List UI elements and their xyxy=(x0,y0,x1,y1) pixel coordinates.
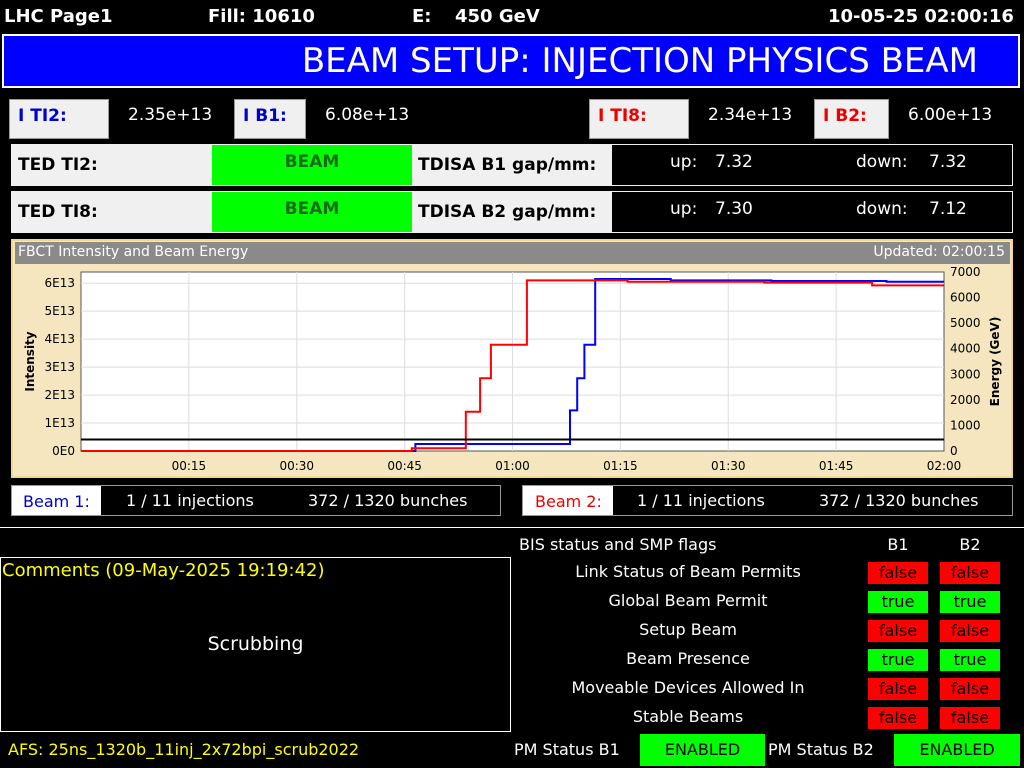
x-tick-label: 01:45 xyxy=(819,459,854,473)
chart-header: FBCT Intensity and Beam Energy Updated: … xyxy=(15,242,1010,264)
y2-tick-label: 6000 xyxy=(950,291,981,305)
energy-label: E: xyxy=(412,6,432,27)
y-tick-label: 5E13 xyxy=(45,304,76,318)
i-ti2-label: I TI2: xyxy=(9,99,109,139)
pm-b2-status: ENABLED xyxy=(894,734,1020,766)
i-b2-label: I B2: xyxy=(814,99,889,139)
y-axis-label: Intensity xyxy=(23,331,37,391)
tdisa-b2-down-label: down: xyxy=(856,199,908,219)
bis-row-label: Link Status of Beam Permits xyxy=(575,562,801,581)
ted-ti8-label: TED TI8: xyxy=(18,202,98,222)
bis-flag-b2: true xyxy=(940,649,1000,671)
chart-title: FBCT Intensity and Beam Energy xyxy=(18,244,249,260)
beam1-injections: 1 / 11 injections xyxy=(126,491,254,510)
comments-text: Scrubbing xyxy=(207,633,304,655)
y-tick-label: 1E13 xyxy=(45,416,76,430)
title-banner: BEAM SETUP: INJECTION PHYSICS BEAM xyxy=(2,34,1020,88)
y-tick-label: 6E13 xyxy=(45,276,76,290)
tdisa-b2-values: up: 7.30 down: 7.12 xyxy=(612,192,1012,232)
bis-col-b1: B1 xyxy=(887,535,909,554)
i-b1-value: 6.08e+13 xyxy=(325,105,410,125)
x-tick-label: 00:15 xyxy=(172,459,207,473)
x-tick-label: 02:00 xyxy=(927,459,962,473)
pm-b1-status: ENABLED xyxy=(640,734,765,766)
pm-b2-label: PM Status B2 xyxy=(768,740,874,759)
ted-ti8-status: BEAM xyxy=(212,192,412,232)
i-b2-value: 6.00e+13 xyxy=(908,105,993,125)
beam2-bunches: 372 / 1320 bunches xyxy=(819,491,979,510)
y-tick-label: 4E13 xyxy=(45,332,76,346)
page-name: LHC Page1 xyxy=(4,6,113,27)
tdisa-b1-up-value: 7.32 xyxy=(715,152,753,172)
y2-tick-label: 0 xyxy=(950,444,958,458)
tdisa-b1-up-label: up: xyxy=(670,152,698,172)
beam1-injection-values: 1 / 11 injections 372 / 1320 bunches xyxy=(101,486,500,515)
fill-number: Fill: 10610 xyxy=(208,6,315,27)
y2-tick-label: 2000 xyxy=(950,393,981,407)
i-b1-label: I B1: xyxy=(234,99,306,139)
bis-flag-b1: false xyxy=(868,620,928,642)
tdisa-b2-down-value: 7.12 xyxy=(929,199,967,219)
bis-row-label: Stable Beams xyxy=(632,707,744,726)
bis-flag-b1: true xyxy=(868,649,928,671)
beam2-label: Beam 2: xyxy=(535,492,602,511)
bis-row-label: Global Beam Permit xyxy=(608,591,768,610)
i-ti8-label: I TI8: xyxy=(589,99,689,139)
bis-flag-b2: true xyxy=(940,591,1000,613)
bis-flag-b2: false xyxy=(940,620,1000,642)
x-tick-label: 01:30 xyxy=(711,459,746,473)
bis-flag-b2: false xyxy=(940,678,1000,700)
beam1-bunches: 372 / 1320 bunches xyxy=(308,491,468,510)
y2-tick-label: 1000 xyxy=(950,418,981,432)
tdisa-b2-up-value: 7.30 xyxy=(715,199,753,219)
beam1-label: Beam 1: xyxy=(23,492,90,511)
bis-flag-b1: false xyxy=(868,678,928,700)
i-ti8-value: 2.34e+13 xyxy=(708,105,793,125)
y-tick-label: 2E13 xyxy=(45,388,76,402)
energy-value: 450 GeV xyxy=(455,6,540,27)
comments-title: Comments (09-May-2025 19:19:42) xyxy=(2,560,325,581)
bis-row-label: Beam Presence xyxy=(626,649,750,668)
y2-axis-label: Energy (GeV) xyxy=(988,317,1002,407)
y2-tick-label: 7000 xyxy=(950,265,981,279)
x-tick-label: 01:00 xyxy=(495,459,530,473)
x-tick-label: 00:30 xyxy=(279,459,314,473)
fbct-chart: 00:15 00:30 00:45 01:00 01:15 01:30 01:45 02:00… xyxy=(15,264,1010,475)
bis-flag-b2: false xyxy=(940,707,1000,729)
bis-col-b2: B2 xyxy=(959,535,981,554)
chart-updated: Updated: 02:00:15 xyxy=(873,244,1005,260)
bis-row-label: Setup Beam xyxy=(639,620,737,639)
tdisa-b1-label: TDISA B1 gap/mm: xyxy=(418,155,597,175)
x-tick-label: 00:45 xyxy=(387,459,422,473)
pm-b1-label: PM Status B1 xyxy=(514,740,620,759)
y-tick-label: 3E13 xyxy=(45,360,76,374)
separator xyxy=(0,527,1024,528)
bis-row-label: Moveable Devices Allowed In xyxy=(571,678,805,697)
ted-ti2-status: BEAM xyxy=(212,145,412,185)
beam2-injections: 1 / 11 injections xyxy=(637,491,765,510)
ted-ti2-label: TED TI2: xyxy=(18,155,98,175)
y-tick-label: 0E0 xyxy=(52,444,75,458)
top-bar: LHC Page1 Fill: 10610 E: 450 GeV 10-05-2… xyxy=(0,0,1024,34)
tdisa-b2-up-label: up: xyxy=(670,199,698,219)
tdisa-b2-label: TDISA B2 gap/mm: xyxy=(418,202,597,222)
page-title: BEAM SETUP: INJECTION PHYSICS BEAM xyxy=(301,41,978,81)
bis-flag-b1: false xyxy=(868,562,928,584)
tdisa-b1-down-label: down: xyxy=(856,152,908,172)
bis-flag-b1: true xyxy=(868,591,928,613)
bis-flag-b2: false xyxy=(940,562,1000,584)
afs-config: AFS: 25ns_1320b_11inj_2x72bpi_scrub2022 xyxy=(8,740,360,759)
tdisa-b1-down-value: 7.32 xyxy=(929,152,967,172)
y2-tick-label: 5000 xyxy=(950,316,981,330)
x-tick-label: 01:15 xyxy=(603,459,638,473)
datetime: 10-05-25 02:00:16 xyxy=(828,6,1014,27)
i-ti2-value: 2.35e+13 xyxy=(128,105,213,125)
y2-tick-label: 4000 xyxy=(950,342,981,356)
beam2-injection-values: 1 / 11 injections 372 / 1320 bunches xyxy=(613,486,1012,515)
bis-flag-b1: false xyxy=(868,707,928,729)
y2-tick-label: 3000 xyxy=(950,367,981,381)
tdisa-b1-values: up: 7.32 down: 7.32 xyxy=(612,145,1012,185)
bis-title: BIS status and SMP flags xyxy=(519,535,717,554)
comments-panel: Comments (09-May-2025 19:19:42) Scrubbin… xyxy=(0,557,511,732)
